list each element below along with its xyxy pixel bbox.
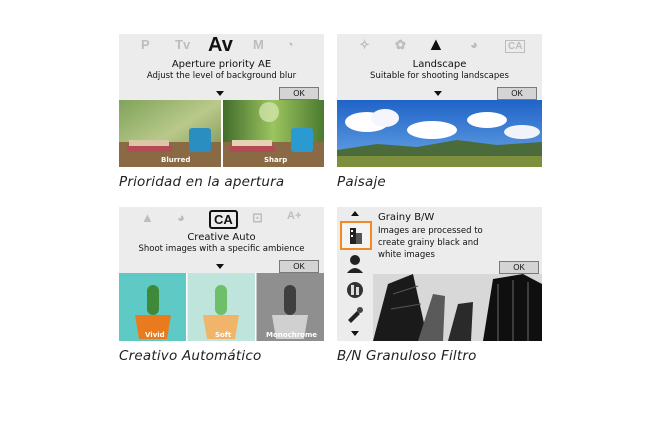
landscape-mode-panel: ✧ ✿ ▲ ◕ CA Landscape Suitable for shooti…	[337, 34, 542, 167]
mode-dial-row: P Tv Av M ◔	[119, 34, 324, 59]
av-sample-image: Blurred Sharp	[119, 100, 324, 167]
filter-soft-focus-item[interactable]	[345, 253, 365, 273]
soft-label: Soft	[215, 331, 232, 339]
mode-av-icon[interactable]: Av	[208, 34, 233, 57]
filter-grainy-bw-item[interactable]	[340, 221, 372, 250]
scene-sports-icon[interactable]: ◕	[470, 37, 478, 52]
filter-fisheye-item[interactable]	[345, 279, 365, 299]
mode-tv-icon[interactable]: Tv	[175, 37, 190, 52]
filter-description-line-2: create grainy black and	[378, 238, 479, 248]
scene-ca-icon[interactable]: CA	[505, 40, 526, 53]
mode-title: Aperture priority AE	[171, 59, 272, 70]
scene-icon-row: ▲ ◕ CA ⊡ A+	[119, 207, 324, 232]
scene-auto-plus-icon[interactable]: A+	[287, 210, 301, 222]
ok-button[interactable]: OK	[279, 87, 319, 100]
mode-description: Suitable for shooting landscapes	[370, 71, 509, 81]
fisheye-icon	[347, 282, 363, 298]
scene-ca-icon[interactable]: CA	[209, 210, 238, 229]
dropdown-arrow-icon[interactable]	[216, 91, 224, 96]
grainy-bw-icon	[350, 228, 362, 244]
landscape-caption: Paisaje	[337, 174, 386, 190]
monochrome-label: Monochrome	[266, 331, 318, 339]
ok-button[interactable]: OK	[279, 260, 319, 273]
filter-title: Grainy B/W	[378, 212, 435, 223]
filter-art-item[interactable]	[345, 305, 365, 325]
mode-description: Shoot images with a specific ambience	[138, 244, 305, 254]
mode-p-icon[interactable]: P	[141, 37, 150, 52]
mode-bulb-icon[interactable]: ◔	[286, 37, 294, 52]
mode-description: Adjust the level of background blur	[146, 71, 297, 81]
scroll-down-icon[interactable]	[351, 331, 359, 336]
grainy-caption: B/N Granuloso Filtro	[337, 348, 477, 364]
ok-button[interactable]: OK	[497, 87, 537, 100]
portrait-icon	[347, 255, 363, 273]
vivid-label: Vivid	[145, 331, 165, 339]
landscape-sample-image	[337, 100, 542, 167]
grainy-sample-image	[373, 274, 542, 341]
dropdown-arrow-icon[interactable]	[216, 264, 224, 269]
scene-landscape-icon[interactable]: ▲	[141, 210, 154, 225]
dropdown-arrow-icon[interactable]	[434, 91, 442, 96]
mode-title: Landscape	[412, 59, 467, 70]
scene-closeup-icon[interactable]: ✿	[395, 37, 406, 53]
scene-portrait-icon[interactable]: ✧	[359, 37, 370, 53]
ca-caption: Creativo Automático	[119, 348, 262, 364]
mode-title: Creative Auto	[187, 232, 256, 243]
scene-sports-icon[interactable]: ◕	[177, 210, 185, 225]
brush-icon	[348, 307, 363, 323]
av-mode-panel: P Tv Av M ◔ Aperture priority AE Adjust …	[119, 34, 324, 167]
filter-list	[337, 207, 373, 341]
sharp-label: Sharp	[264, 156, 288, 164]
scene-icon-row: ✧ ✿ ▲ ◕ CA	[337, 34, 542, 59]
filter-info: Grainy B/W Images are processed to creat…	[378, 211, 538, 261]
filter-description-line-1: Images are processed to	[378, 226, 483, 236]
ca-sample-image: Vivid Soft Monochrome	[119, 273, 324, 341]
scene-landscape-icon[interactable]: ▲	[427, 34, 445, 55]
filter-description-line-3: white images	[378, 250, 435, 260]
scroll-up-icon[interactable]	[351, 211, 359, 216]
ok-button[interactable]: OK	[499, 261, 539, 274]
mode-m-icon[interactable]: M	[253, 37, 264, 52]
blurred-label: Blurred	[161, 156, 191, 164]
grainy-filter-panel: Grainy B/W Images are processed to creat…	[337, 207, 542, 341]
scene-flash-off-icon[interactable]: ⊡	[252, 210, 263, 226]
ca-mode-panel: ▲ ◕ CA ⊡ A+ Creative Auto Shoot images w…	[119, 207, 324, 341]
av-caption: Prioridad en la apertura	[119, 174, 285, 190]
